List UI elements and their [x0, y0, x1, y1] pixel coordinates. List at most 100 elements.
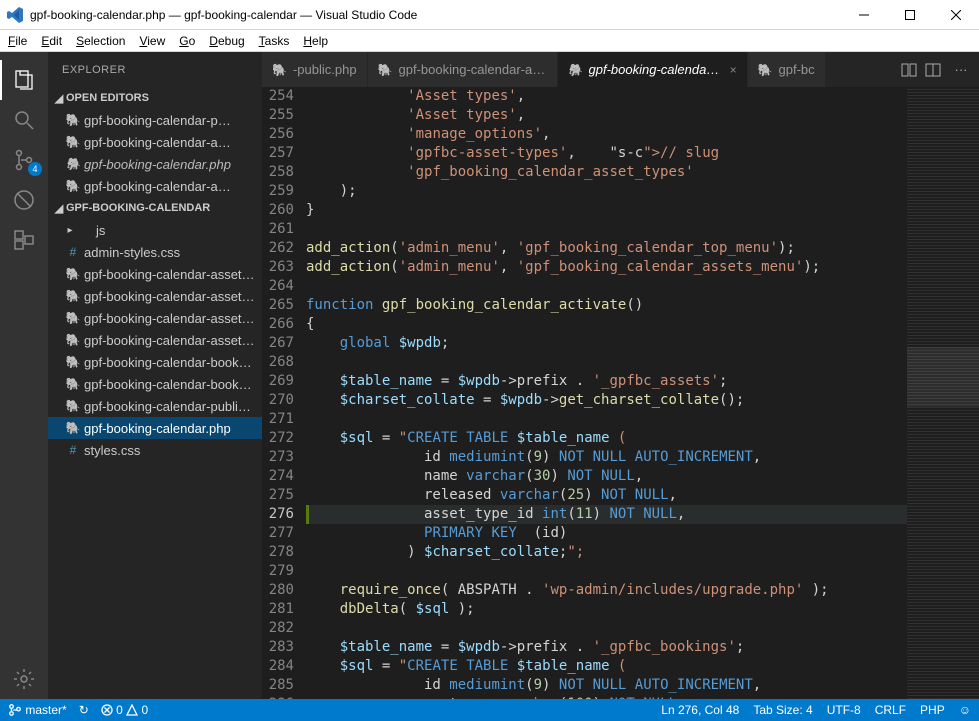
file-item[interactable]: 🐘gpf-booking-calendar-asset… [48, 329, 262, 351]
open-editor-item[interactable]: 🐘gpf-booking-calendar-a… [48, 175, 262, 197]
editor-group: 🐘 -public.php 🐘 gpf-booking-calendar-assets… [262, 52, 979, 699]
php-file-icon: 🐘 [64, 113, 82, 127]
sidebar-title: EXPLORER [48, 52, 262, 87]
code-content[interactable]: 'Asset types', 'Asset types', 'manage_op… [306, 87, 907, 699]
css-file-icon: # [64, 245, 82, 259]
file-item[interactable]: 🐘gpf-booking-calendar-publi… [48, 395, 262, 417]
menu-tasks[interactable]: Tasks [259, 34, 290, 48]
status-bar: master* ↻ 0 0 Ln 276, Col 48 Tab Size: 4… [0, 699, 979, 721]
menu-selection[interactable]: Selection [76, 34, 125, 48]
activity-settings-icon[interactable] [0, 659, 48, 699]
php-file-icon: 🐘 [64, 421, 82, 435]
activity-debug-icon[interactable] [0, 180, 48, 220]
php-file-icon: 🐘 [568, 63, 583, 77]
menu-go[interactable]: Go [179, 34, 195, 48]
file-item[interactable]: 🐘gpf-booking-calendar-asset… [48, 307, 262, 329]
window-titlebar: gpf-booking-calendar.php — gpf-booking-c… [0, 0, 979, 30]
file-label: styles.css [84, 443, 140, 458]
activity-explorer-icon[interactable] [0, 60, 48, 100]
css-file-icon: # [64, 443, 82, 457]
php-file-icon: 🐘 [64, 267, 82, 281]
editor-tab[interactable]: 🐘 gpf-bc [748, 52, 826, 87]
file-item[interactable]: 🐘gpf-booking-calendar-book… [48, 351, 262, 373]
tab-bar: 🐘 -public.php 🐘 gpf-booking-calendar-assets… [262, 52, 979, 87]
editor-tab[interactable]: 🐘gpf-booking-calendar.php× [558, 52, 748, 87]
file-label: admin-styles.css [84, 245, 180, 260]
maximize-button[interactable] [887, 0, 933, 30]
status-feedback-icon[interactable]: ☺ [959, 703, 971, 717]
open-editor-item[interactable]: 🐘gpf-booking-calendar.php [48, 153, 262, 175]
line-gutter: 2542552562572582592602612622632642652662… [262, 87, 306, 699]
file-label: gpf-booking-calendar-asset… [84, 311, 255, 326]
close-button[interactable] [933, 0, 979, 30]
activity-scm-icon[interactable]: 4 [0, 140, 48, 180]
activity-extensions-icon[interactable] [0, 220, 48, 260]
more-icon[interactable]: ··· [949, 62, 973, 77]
tab-label: gpf-bc [779, 62, 815, 77]
section-open-editors[interactable]: ◢ OPEN EDITORS [48, 87, 262, 109]
file-item[interactable]: 🐘gpf-booking-calendar.php [48, 417, 262, 439]
php-file-icon: 🐘 [378, 63, 393, 77]
activity-bar: 4 [0, 52, 48, 699]
status-lncol[interactable]: Ln 276, Col 48 [661, 703, 739, 717]
activity-search-icon[interactable] [0, 100, 48, 140]
php-file-icon: 🐘 [272, 63, 287, 77]
file-item[interactable]: 🐘gpf-booking-calendar-book… [48, 373, 262, 395]
minimize-button[interactable] [841, 0, 887, 30]
tab-label: -public.php [293, 62, 357, 77]
menu-help[interactable]: Help [303, 34, 328, 48]
menu-file[interactable]: File [8, 34, 27, 48]
php-file-icon: 🐘 [64, 399, 82, 413]
menu-debug[interactable]: Debug [209, 34, 244, 48]
status-sync[interactable]: ↻ [79, 703, 89, 717]
file-label: gpf-booking-calendar-book… [84, 355, 252, 370]
window-title: gpf-booking-calendar.php — gpf-booking-c… [30, 8, 841, 22]
php-file-icon: 🐘 [64, 289, 82, 303]
file-item[interactable]: #admin-styles.css [48, 241, 262, 263]
file-label: gpf-booking-calendar-asset… [84, 333, 255, 348]
file-label: gpf-booking-calendar.php [84, 157, 231, 172]
file-label: gpf-booking-calendar-publi… [84, 399, 251, 414]
php-file-icon: 🐘 [64, 135, 82, 149]
folder-item[interactable]: ▸js [48, 219, 262, 241]
file-label: gpf-booking-calendar-p… [84, 113, 231, 128]
open-editor-item[interactable]: 🐘gpf-booking-calendar-a… [48, 131, 262, 153]
status-branch[interactable]: master* [8, 703, 67, 717]
status-indent[interactable]: Tab Size: 4 [753, 703, 812, 717]
status-language[interactable]: PHP [920, 703, 945, 717]
compare-icon[interactable] [901, 62, 925, 78]
php-file-icon: 🐘 [64, 311, 82, 325]
text-editor[interactable]: 2542552562572582592602612622632642652662… [262, 87, 979, 699]
open-editor-item[interactable]: 🐘gpf-booking-calendar-p… [48, 109, 262, 131]
status-problems[interactable]: 0 0 [101, 703, 148, 717]
editor-tab[interactable]: 🐘 gpf-booking-calendar-assets.php [368, 52, 558, 87]
php-file-icon: 🐘 [758, 63, 773, 77]
split-editor-icon[interactable] [925, 62, 949, 78]
vscode-logo-icon [6, 6, 24, 24]
tab-actions: ··· [901, 52, 979, 87]
window-controls [841, 0, 979, 30]
php-file-icon: 🐘 [64, 157, 82, 171]
file-label: gpf-booking-calendar-asset… [84, 289, 255, 304]
file-label: js [96, 223, 105, 238]
tab-label: gpf-booking-calendar-assets.php [399, 62, 547, 77]
minimap[interactable] [907, 87, 979, 699]
section-label: GPF-BOOKING-CALENDAR [66, 202, 210, 214]
chevron-down-icon: ◢ [52, 202, 66, 215]
editor-tab[interactable]: 🐘 -public.php [262, 52, 368, 87]
file-item[interactable]: #styles.css [48, 439, 262, 461]
scm-badge: 4 [28, 162, 42, 176]
section-folder[interactable]: ◢ GPF-BOOKING-CALENDAR [48, 197, 262, 219]
file-item[interactable]: 🐘gpf-booking-calendar-asset… [48, 263, 262, 285]
close-tab-icon[interactable]: × [730, 63, 737, 77]
menu-edit[interactable]: Edit [41, 34, 62, 48]
php-file-icon: 🐘 [64, 179, 82, 193]
status-encoding[interactable]: UTF-8 [827, 703, 861, 717]
menu-view[interactable]: View [139, 34, 165, 48]
status-eol[interactable]: CRLF [875, 703, 906, 717]
file-item[interactable]: 🐘gpf-booking-calendar-asset… [48, 285, 262, 307]
sidebar-explorer: EXPLORER ◢ OPEN EDITORS 🐘gpf-booking-cal… [48, 52, 262, 699]
file-label: gpf-booking-calendar-a… [84, 179, 231, 194]
minimap-viewport[interactable] [907, 347, 979, 407]
chevron-down-icon: ◢ [52, 92, 66, 105]
